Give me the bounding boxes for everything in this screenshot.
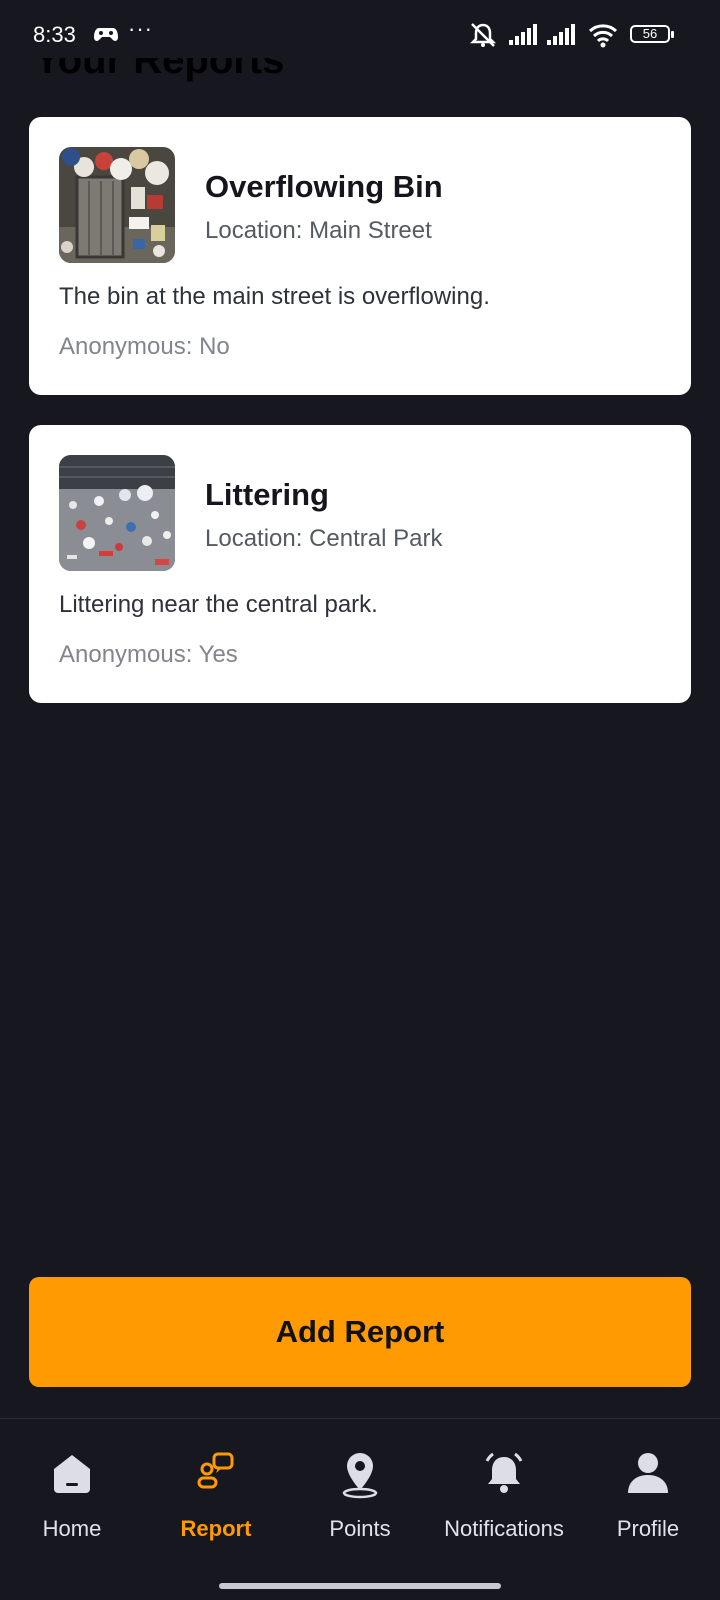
report-location: Location: Main Street — [205, 217, 432, 244]
bell-icon — [485, 1452, 523, 1493]
location-pin-icon — [342, 1453, 378, 1499]
report-anonymous: Anonymous: No — [59, 333, 230, 360]
report-card[interactable]: Overflowing Bin Location: Main Street Th… — [29, 117, 691, 395]
littering-photo — [59, 455, 175, 571]
nav-item-report[interactable]: Report — [144, 1419, 288, 1559]
overflowing-bin-photo — [59, 147, 175, 263]
report-card[interactable]: Littering Location: Central Park Litteri… — [29, 425, 691, 703]
nav-item-home[interactable]: Home — [0, 1419, 144, 1559]
home-indicator[interactable] — [219, 1583, 501, 1589]
report-description: The bin at the main street is overflowin… — [59, 283, 490, 310]
nav-label: Profile — [616, 1516, 680, 1541]
report-anonymous: Anonymous: Yes — [59, 641, 238, 668]
nav-label: Points — [329, 1516, 391, 1541]
nav-item-points[interactable]: Points — [288, 1419, 432, 1559]
report-location: Location: Central Park — [205, 525, 443, 552]
report-title: Littering — [205, 477, 329, 512]
report-icon — [197, 1452, 234, 1489]
nav-item-profile[interactable]: Profile — [576, 1419, 720, 1559]
report-description: Littering near the central park. — [59, 591, 378, 618]
report-title: Overflowing Bin — [205, 169, 443, 204]
person-icon — [628, 1453, 668, 1493]
nav-label: Home — [42, 1516, 102, 1541]
home-icon — [54, 1455, 90, 1493]
nav-label: Report — [180, 1516, 252, 1541]
add-report-button[interactable]: Add Report — [29, 1277, 691, 1387]
nav-item-notifications[interactable]: Notifications — [432, 1419, 576, 1559]
nav-label: Notifications — [444, 1516, 564, 1541]
bottom-navigation: Home Report Points Notifications Profile — [0, 1418, 720, 1571]
